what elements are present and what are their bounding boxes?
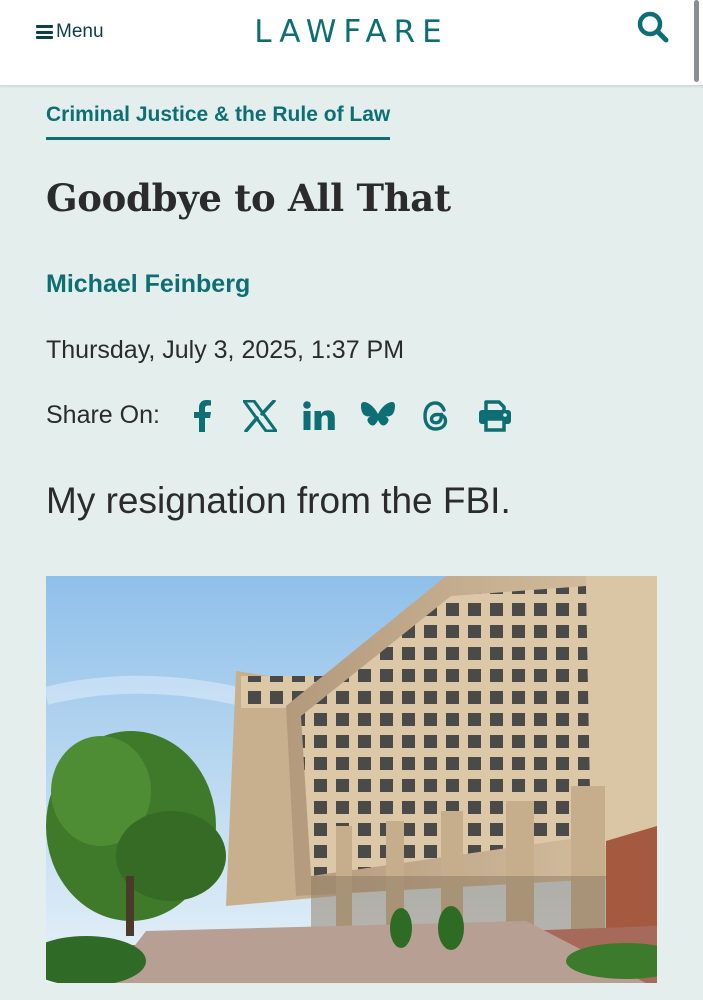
publish-date: Thursday, July 3, 2025, 1:37 PM: [46, 336, 405, 364]
article-title: Goodbye to All That: [46, 176, 451, 220]
share-linkedin-button[interactable]: [302, 397, 336, 435]
facebook-icon: [194, 400, 211, 432]
share-threads-button[interactable]: [420, 397, 452, 435]
author-link[interactable]: Michael Feinberg: [46, 270, 250, 299]
share-print-button[interactable]: [477, 397, 513, 435]
article-subtitle: My resignation from the FBI.: [46, 480, 511, 521]
scrollbar[interactable]: [694, 0, 699, 82]
search-icon: [637, 11, 669, 43]
linkedin-icon: [303, 401, 335, 430]
share-label: Share On:: [46, 401, 160, 429]
x-icon: [243, 400, 277, 432]
share-x-button[interactable]: [242, 397, 278, 435]
print-icon: [479, 400, 511, 432]
search-button[interactable]: [636, 10, 670, 44]
share-facebook-button[interactable]: [190, 397, 214, 435]
category-link[interactable]: Criminal Justice & the Rule of Law: [46, 103, 391, 140]
site-header: Menu LAWFARE: [0, 0, 703, 86]
share-bluesky-button[interactable]: [360, 397, 396, 435]
bluesky-icon: [361, 402, 395, 426]
threads-icon: [423, 401, 448, 431]
site-logo[interactable]: LAWFARE: [0, 14, 703, 50]
hero-image: [46, 576, 657, 983]
